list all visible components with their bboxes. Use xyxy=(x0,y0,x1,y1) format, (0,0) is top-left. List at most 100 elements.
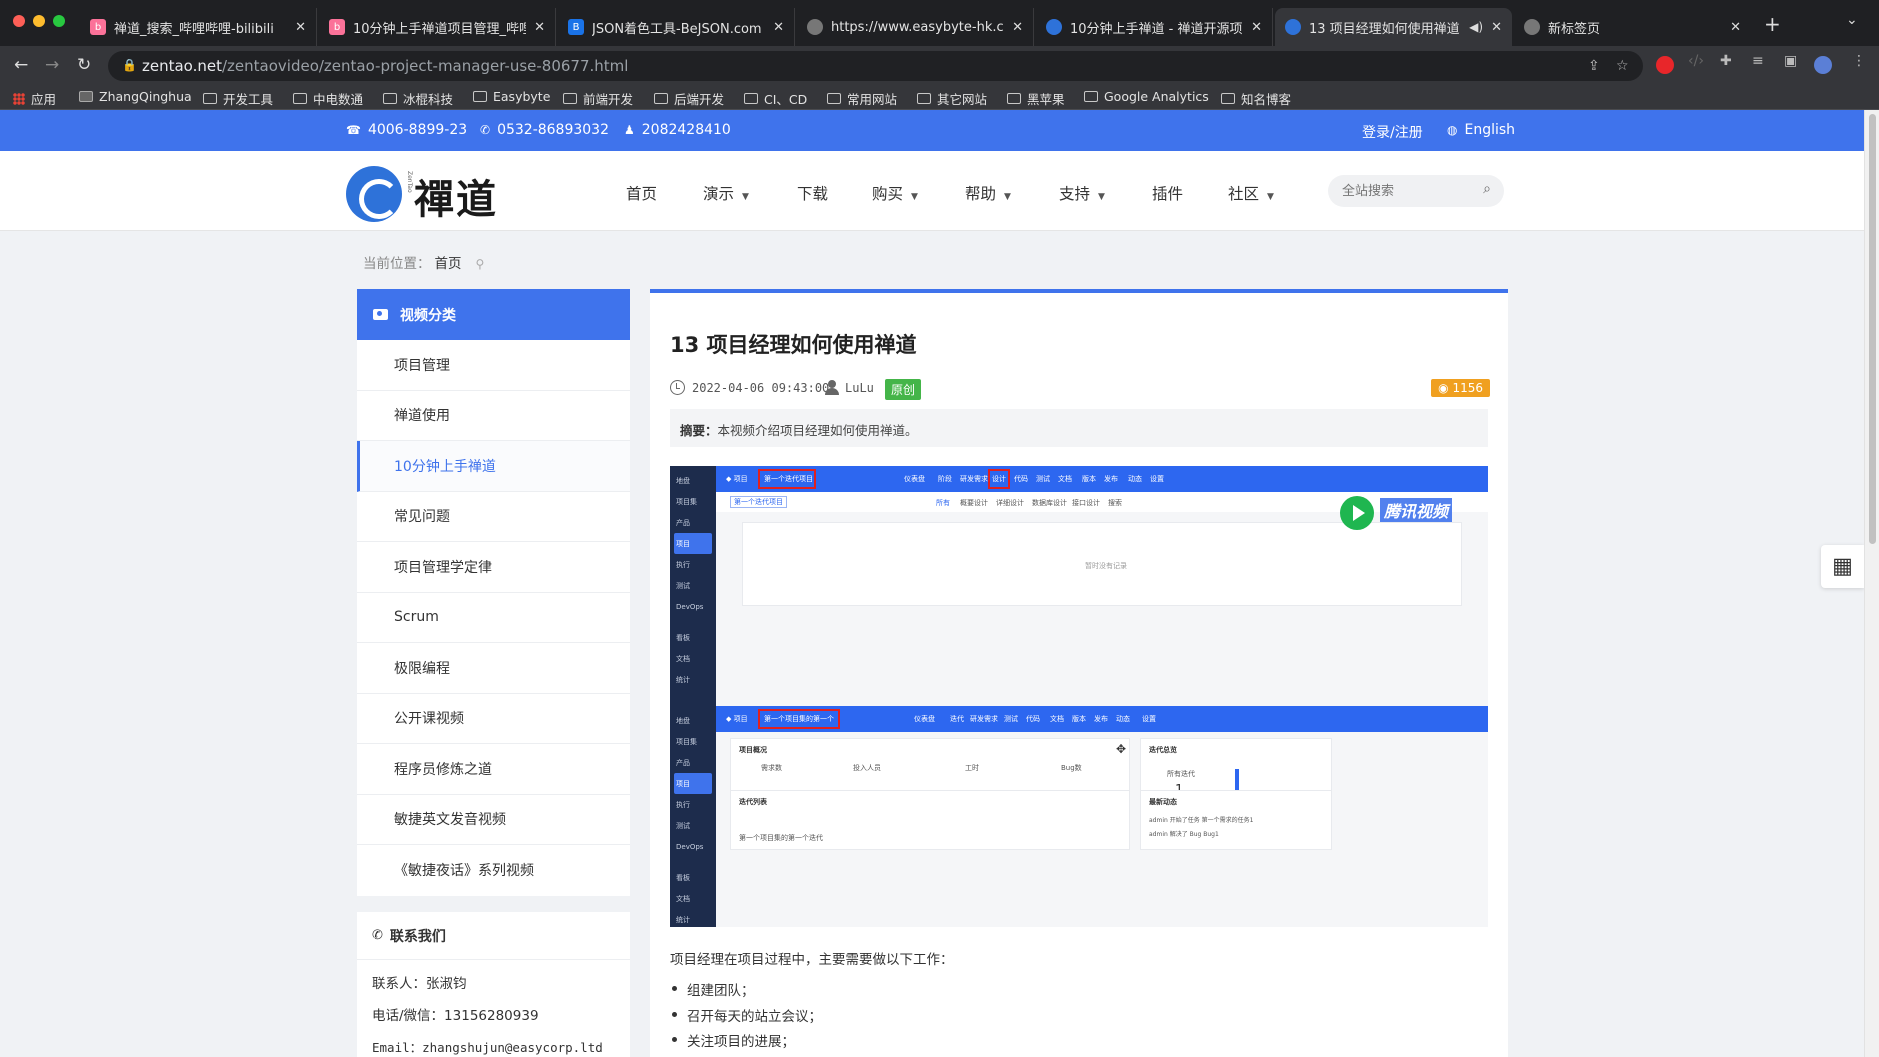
close-window-button[interactable] xyxy=(13,15,25,27)
sidebar-item-10min-zentao[interactable]: 10分钟上手禅道 xyxy=(357,441,630,492)
nav-download[interactable]: 下载 xyxy=(797,182,828,204)
zentao-logo[interactable]: ZenTao 禪道 xyxy=(346,163,516,223)
bookmark-folder[interactable]: Google Analytics xyxy=(1084,89,1209,104)
nav-community[interactable]: 社区 ▼ xyxy=(1228,182,1274,204)
site-search-input[interactable] xyxy=(1342,181,1472,201)
bookmark-folder[interactable]: 常用网站 xyxy=(827,89,897,108)
forward-icon[interactable]: → xyxy=(45,55,59,75)
close-icon[interactable]: ✕ xyxy=(1730,20,1741,35)
scrollbar-thumb[interactable] xyxy=(1869,114,1876,544)
sidebar-item-xp[interactable]: 极限编程 xyxy=(357,643,630,694)
bookmark-folder[interactable]: 开发工具 xyxy=(203,89,273,108)
close-icon[interactable]: ✕ xyxy=(1491,20,1502,35)
nav-demo[interactable]: 演示 ▼ xyxy=(703,182,749,204)
video-iteration-list-card: 迭代列表 第一个项目集的第一个迭代 xyxy=(730,790,1130,850)
folder-icon xyxy=(1221,93,1235,104)
devtools-extension-icon[interactable]: ‹/› xyxy=(1688,53,1704,69)
qr-code-icon[interactable]: ▦ xyxy=(1821,545,1864,588)
video-dynamic-card: 最新动态 admin 开始了任务 第一个需求的任务1 admin 解决了 Bug… xyxy=(1140,790,1332,850)
phone-icon: ✆ xyxy=(480,123,491,137)
nav-help[interactable]: 帮助 ▼ xyxy=(965,182,1011,204)
nav-plugins[interactable]: 插件 xyxy=(1152,182,1183,204)
folder-icon xyxy=(654,93,668,104)
browser-tab[interactable]: b 10分钟上手禅道项目管理_哔哩哔 ✕ xyxy=(319,8,556,46)
extension-red-icon[interactable] xyxy=(1656,56,1674,74)
close-icon[interactable]: ✕ xyxy=(773,20,784,35)
bookmark-star-icon[interactable]: ☆ xyxy=(1616,58,1629,74)
url-path: /zentaovideo/zentao-project-manager-use-… xyxy=(221,57,629,75)
browser-tab-bar: b 禅道_搜索_哔哩哔哩-bilibili ✕ b 10分钟上手禅道项目管理_哔… xyxy=(0,0,1879,46)
zentao-icon xyxy=(1285,19,1301,35)
profile-avatar[interactable] xyxy=(1814,56,1832,74)
bookmark-item[interactable]: ZhangQinghua xyxy=(79,89,192,104)
menu-kebab-icon[interactable]: ⋮ xyxy=(1852,53,1866,69)
breadcrumb: 当前位置： 首页 ⚲ xyxy=(363,256,485,272)
contact-person: 联系人：张淑钧 xyxy=(372,976,467,992)
browser-tab[interactable]: b 禅道_搜索_哔哩哔哩-bilibili ✕ xyxy=(80,8,317,46)
sidebar-item-scrum[interactable]: Scrum xyxy=(357,593,630,643)
nav-home[interactable]: 首页 xyxy=(626,182,657,204)
share-icon[interactable]: ⇪ xyxy=(1588,58,1600,74)
reading-list-icon[interactable]: ≡ xyxy=(1752,53,1764,69)
login-register-link[interactable]: 登录/注册 xyxy=(1362,122,1423,142)
browser-tab[interactable]: https://www.easybyte-hk.com/ ✕ xyxy=(797,8,1034,46)
maximize-window-button[interactable] xyxy=(53,15,65,27)
sidebar-item-faq[interactable]: 常见问题 xyxy=(357,492,630,542)
close-icon[interactable]: ✕ xyxy=(1012,20,1023,35)
url-host: zentao.net xyxy=(142,57,222,75)
browser-tab[interactable]: 10分钟上手禅道 - 禅道开源项目 ✕ xyxy=(1036,8,1273,46)
folder-icon xyxy=(293,93,307,104)
bookmark-folder[interactable]: CI、CD xyxy=(744,89,807,108)
close-icon[interactable]: ✕ xyxy=(295,20,306,35)
globe-icon xyxy=(807,19,823,35)
browser-tab[interactable]: B JSON着色工具-BeJSON.com ✕ xyxy=(558,8,795,46)
search-icon[interactable]: ⌕ xyxy=(1483,181,1491,197)
bookmark-folder[interactable]: 后端开发 xyxy=(654,89,724,108)
sidebar-item-programmer[interactable]: 程序员修炼之道 xyxy=(357,744,630,795)
phone-400: ☎ 4006-8899-23 xyxy=(346,122,468,138)
video-player[interactable]: 地盘 项目集 产品 项目 执行 测试 DevOps 看板 文档 统计 ◆ 项目 … xyxy=(670,466,1488,927)
sidebar-item-open-class[interactable]: 公开课视频 xyxy=(357,694,630,744)
close-icon[interactable]: ✕ xyxy=(534,20,545,35)
close-icon[interactable]: ✕ xyxy=(1251,20,1262,35)
bookmark-folder[interactable]: 冰棍科技 xyxy=(383,89,453,108)
reload-icon[interactable]: ↻ xyxy=(77,55,91,75)
bookmark-folder[interactable]: 前端开发 xyxy=(563,89,633,108)
sidebar-item-agile-english[interactable]: 敏捷英文发音视频 xyxy=(357,795,630,845)
new-tab-button[interactable]: + xyxy=(1764,12,1781,36)
sidebar-header: 视频分类 xyxy=(357,289,630,340)
browser-tab[interactable]: 新标签页 ✕ xyxy=(1514,8,1751,46)
sidebar-item-pm-laws[interactable]: 项目管理学定律 xyxy=(357,542,630,593)
tab-search-icon[interactable]: ⌄ xyxy=(1846,12,1858,28)
folder-icon xyxy=(744,93,758,104)
side-panel-icon[interactable]: ▣ xyxy=(1784,53,1797,69)
camera-icon xyxy=(373,309,388,320)
breadcrumb-home-link[interactable]: 首页 xyxy=(435,256,462,272)
caret-down-icon: ▼ xyxy=(1267,192,1274,202)
back-icon[interactable]: ← xyxy=(14,55,28,75)
page-scrollbar[interactable] xyxy=(1864,110,1879,1057)
language-switch-link[interactable]: ◍ English xyxy=(1447,122,1515,138)
bookmark-apps[interactable]: 应用 xyxy=(13,89,56,108)
folder-icon xyxy=(1084,91,1098,102)
bookmark-folder[interactable]: Easybyte xyxy=(473,89,550,104)
extensions-puzzle-icon[interactable]: ✚ xyxy=(1720,53,1732,69)
speaker-icon[interactable]: ◀) xyxy=(1469,20,1483,34)
lock-icon[interactable]: 🔒 xyxy=(122,58,137,72)
browser-tab-active[interactable]: 13 项目经理如何使用禅道 - ◀) ✕ xyxy=(1275,8,1512,46)
video-zentao-sidebar: 地盘 项目集 产品 项目 执行 测试 DevOps 看板 文档 统计 xyxy=(670,466,716,706)
bookmark-folder[interactable]: 中电数通 xyxy=(293,89,363,108)
nav-support[interactable]: 支持 ▼ xyxy=(1059,182,1105,204)
bookmark-folder[interactable]: 黑苹果 xyxy=(1007,89,1065,108)
zentao-icon xyxy=(1046,19,1062,35)
bookmark-folder[interactable]: 其它网站 xyxy=(917,89,987,108)
sidebar-item-zentao-usage[interactable]: 禅道使用 xyxy=(357,391,630,441)
bookmark-folder[interactable]: 知名博客 xyxy=(1221,89,1291,108)
caret-down-icon: ▼ xyxy=(1004,192,1011,202)
nav-buy[interactable]: 购买 ▼ xyxy=(872,182,918,204)
minimize-window-button[interactable] xyxy=(33,15,45,27)
url-input[interactable]: 🔒 zentao.net/zentaovideo/zentao-project-… xyxy=(108,51,1643,81)
sidebar-item-project-management[interactable]: 项目管理 xyxy=(357,340,630,391)
mouse-cursor-icon: ✥ xyxy=(1116,742,1127,756)
sidebar-item-agile-night[interactable]: 《敏捷夜话》系列视频 xyxy=(357,845,630,896)
